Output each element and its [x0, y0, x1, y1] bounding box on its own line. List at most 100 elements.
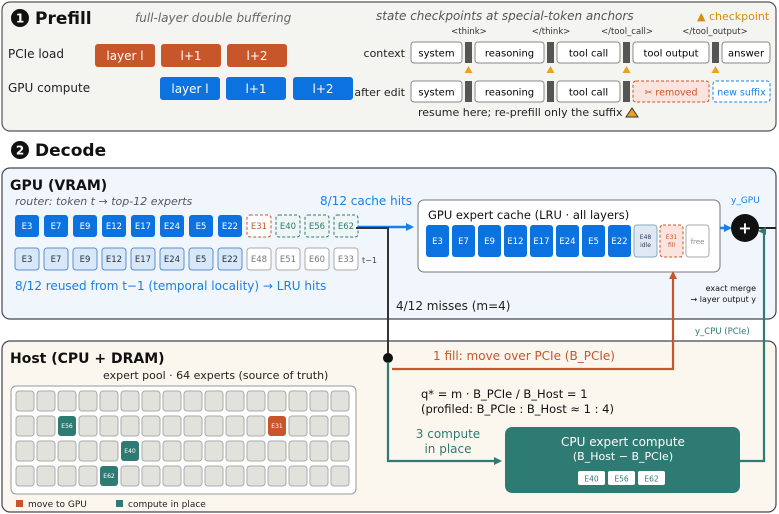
pool-expert — [78, 390, 98, 412]
pool-expert — [330, 390, 350, 412]
anchor-token — [465, 42, 472, 63]
pool-expert — [141, 390, 161, 412]
merge-note-line1: exact merge — [706, 284, 756, 293]
pool-expert — [183, 415, 203, 437]
pool-expert — [36, 440, 56, 462]
pool-expert — [309, 390, 329, 412]
prev-expert-reused-label: E12 — [106, 255, 122, 265]
cache-expert-label: E17 — [533, 237, 549, 247]
idle-expert-id: E48 — [640, 234, 652, 241]
pool-expert — [162, 440, 182, 462]
pool-expert — [141, 465, 161, 487]
pool-expert — [225, 390, 245, 412]
pool-expert — [225, 465, 245, 487]
pool-expert — [36, 415, 56, 437]
legend-compute-swatch — [116, 500, 123, 507]
context-segment-label: tool output — [643, 49, 698, 60]
pool-expert — [309, 440, 329, 462]
pool-expert — [225, 440, 245, 462]
cpu-compute-title: CPU expert compute — [561, 435, 685, 449]
pool-expert — [204, 415, 224, 437]
pcie-block-label: layer l — [106, 49, 143, 63]
pool-expert — [162, 465, 182, 487]
pool-expert — [330, 465, 350, 487]
pool-expert — [36, 465, 56, 487]
pool-expert — [57, 390, 77, 412]
pool-expert — [330, 415, 350, 437]
anchor-token — [547, 42, 554, 63]
pool-expert — [99, 390, 119, 412]
context-segment-label: tool call — [569, 49, 608, 60]
routed-expert-hit-label: E9 — [80, 222, 91, 232]
pool-expert-compute-label: E40 — [124, 448, 136, 455]
gpu-block-label: l+1 — [245, 82, 266, 96]
routed-expert-fill-label: E31 — [251, 222, 267, 232]
prev-expert-reused-label: E24 — [164, 255, 180, 265]
formula: q* = m · B_PCIe / B_Host = 1 — [421, 387, 588, 401]
misses-note: 4/12 misses (m=4) — [396, 299, 510, 313]
pcie-block-label: l+1 — [180, 49, 201, 63]
gpu-block-label: layer l — [171, 82, 208, 96]
pool-expert — [57, 465, 77, 487]
cache-expert-label: E5 — [588, 237, 599, 247]
free-slot-label: free — [691, 238, 705, 246]
pool-expert — [309, 465, 329, 487]
routed-expert-in-place-label: E40 — [280, 222, 296, 232]
idle-expert-slot — [633, 224, 658, 258]
idle-expert-state: idle — [640, 242, 651, 249]
pool-expert — [246, 415, 266, 437]
pool-expert-compute-label: E56 — [61, 423, 73, 430]
routed-expert-in-place-label: E56 — [309, 222, 325, 232]
prefill-number: 1 — [16, 12, 24, 26]
pool-expert — [120, 465, 140, 487]
cpu-expert-label: E56 — [614, 475, 629, 484]
cache-expert-label: E7 — [458, 237, 469, 247]
prev-expert-reused-label: E7 — [51, 255, 62, 265]
routed-expert-hit-label: E24 — [164, 222, 180, 232]
pool-expert — [15, 415, 35, 437]
merge-plus-icon: + — [738, 219, 751, 238]
pool-expert — [99, 440, 119, 462]
fill-note: 1 fill: move over PCIe (B_PCIe) — [433, 349, 615, 363]
edit-segment-label: reasoning — [485, 88, 534, 99]
tag-think: <think> — [451, 27, 487, 37]
edit-segment-label: tool call — [569, 88, 608, 99]
pool-expert — [246, 465, 266, 487]
pool-expert — [246, 390, 266, 412]
pool-expert — [120, 415, 140, 437]
pool-expert-compute-label: E62 — [103, 473, 115, 480]
reuse-note: 8/12 reused from t−1 (temporal locality)… — [15, 279, 326, 293]
cache-hits-note: 8/12 cache hits — [320, 194, 412, 208]
router-note: router: token t → top-12 experts — [15, 195, 193, 208]
prev-token-label: t−1 — [362, 256, 377, 265]
pool-expert — [288, 390, 308, 412]
pool-expert — [15, 440, 35, 462]
pool-expert — [246, 440, 266, 462]
cache-expert-label: E12 — [507, 237, 523, 247]
fill-expert-state: fill — [668, 242, 675, 249]
cache-expert-label: E24 — [559, 237, 575, 247]
cpu-expert-label: E40 — [584, 475, 599, 484]
cache-expert-label: E3 — [432, 237, 443, 247]
edit-segment-label: system — [418, 88, 454, 99]
y-gpu-label: y_GPU — [731, 196, 760, 206]
pool-expert — [99, 415, 119, 437]
anchor-token — [623, 42, 630, 63]
diagram-canvas: 1 Prefill full-layer double buffering st… — [1, 1, 777, 513]
routed-expert-hit-label: E12 — [106, 222, 122, 232]
tag-think-end: </think> — [532, 27, 571, 37]
pool-expert — [120, 390, 140, 412]
prev-expert-other-label: E48 — [251, 255, 267, 265]
pool-expert — [78, 440, 98, 462]
pool-expert — [204, 440, 224, 462]
prev-expert-other-label: E33 — [338, 255, 354, 265]
after-edit-label: after edit — [354, 86, 405, 99]
pool-expert — [36, 390, 56, 412]
anchor-token — [465, 81, 472, 102]
gpu-compute-label: GPU compute — [8, 81, 90, 95]
legend-compute-label: compute in place — [128, 500, 206, 510]
decode-number: 2 — [16, 144, 24, 158]
host-panel-title: Host (CPU + DRAM) — [10, 351, 165, 367]
pool-note: expert pool · 64 experts (source of trut… — [103, 369, 328, 382]
pool-expert — [78, 415, 98, 437]
